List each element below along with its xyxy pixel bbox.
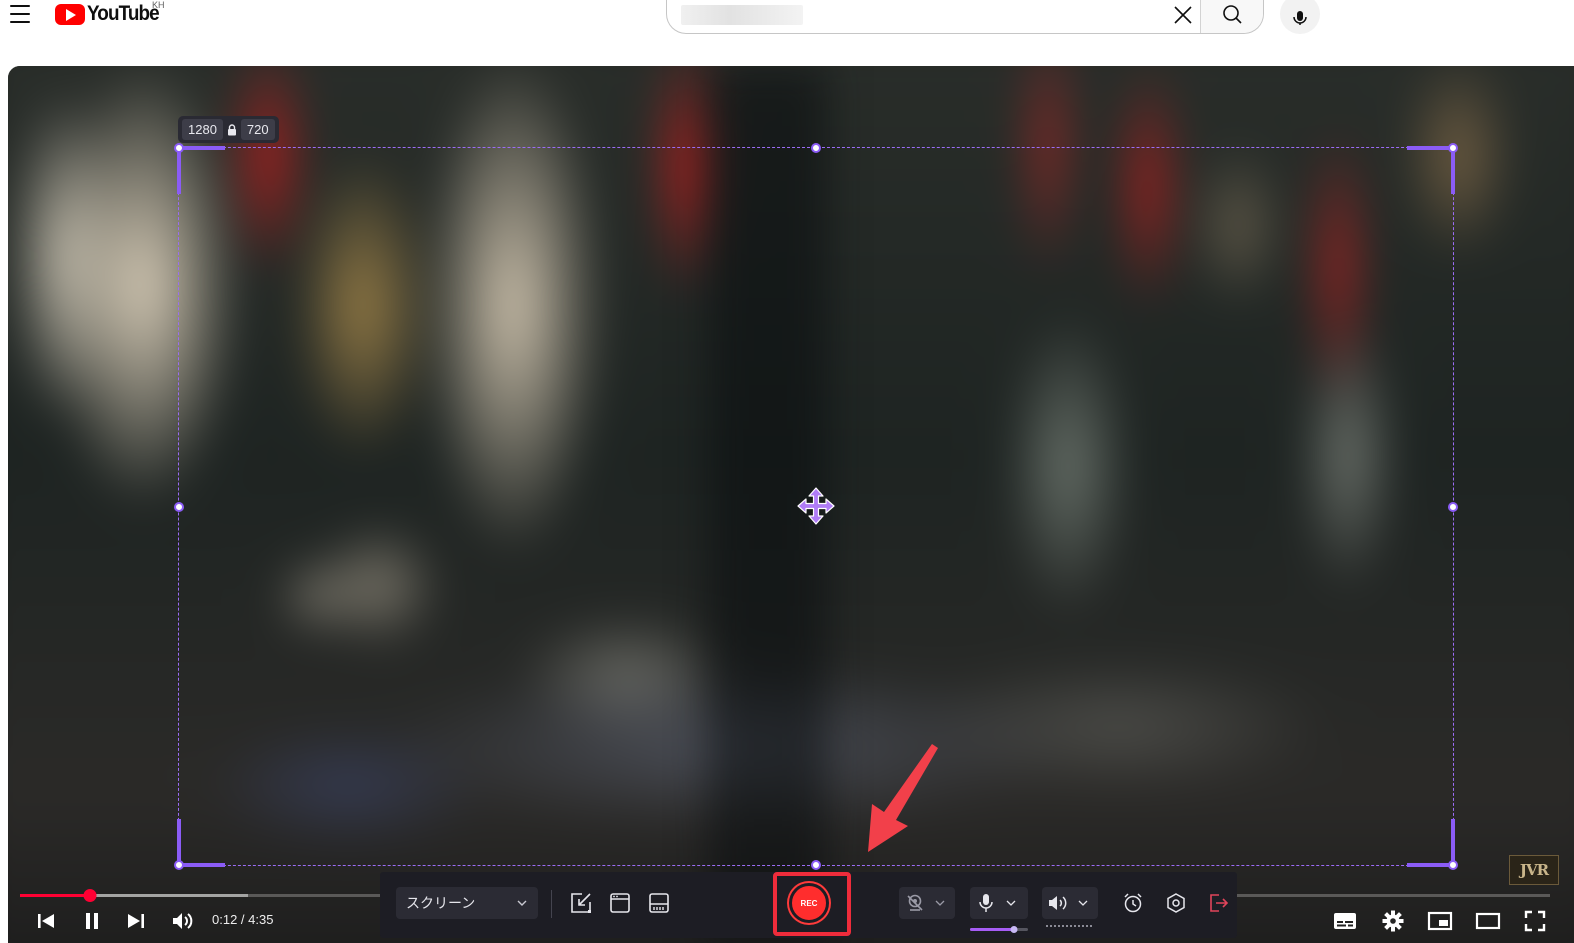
youtube-play-icon (55, 3, 85, 25)
pause-icon[interactable] (80, 908, 104, 934)
rec-button[interactable]: REC (789, 883, 829, 923)
move-icon[interactable] (796, 486, 836, 526)
microphone-control[interactable] (970, 887, 1028, 919)
video-player[interactable]: 1280 720 JVR 0:12 / 4:35 (8, 66, 1574, 943)
time-display: 0:12 / 4:35 (212, 912, 274, 927)
chevron-down-icon (516, 896, 528, 912)
search-input[interactable] (681, 4, 1161, 28)
corner-handle-top-left[interactable] (177, 146, 225, 194)
toolbar-divider (551, 890, 552, 918)
exit-icon[interactable] (1206, 891, 1230, 915)
camera-control[interactable] (899, 887, 955, 919)
microphone-chevron-icon[interactable] (1002, 887, 1020, 919)
resize-handle-top-right[interactable] (1448, 143, 1458, 153)
speaker-control[interactable] (1042, 887, 1098, 919)
country-code: KH (152, 0, 165, 10)
capture-mode-select[interactable]: スクリーン (396, 887, 538, 919)
capture-height-field[interactable]: 720 (240, 119, 275, 140)
youtube-logo[interactable]: YouTube (55, 2, 167, 26)
resize-handle-top-left[interactable] (174, 143, 184, 153)
speaker-level-indicator (1046, 925, 1092, 927)
camera-chevron-icon[interactable] (931, 887, 949, 919)
region-expand-icon[interactable] (569, 891, 593, 915)
capture-mode-label: スクリーン (406, 895, 476, 911)
mic-level-fill (970, 928, 1015, 931)
fullscreen-icon[interactable] (1522, 908, 1548, 934)
mic-level-slider[interactable] (970, 926, 1028, 933)
theater-icon[interactable] (1474, 908, 1502, 934)
resize-handle-right[interactable] (1448, 501, 1458, 512)
window-icon[interactable] (608, 891, 632, 915)
resize-handle-bottom[interactable] (811, 860, 821, 870)
capture-width-field[interactable]: 1280 (182, 119, 223, 140)
next-icon[interactable] (124, 908, 148, 934)
lock-icon[interactable] (227, 123, 237, 136)
progress-played (20, 894, 91, 897)
microphone-icon[interactable] (970, 887, 1002, 919)
resize-handle-top[interactable] (811, 143, 821, 153)
subtitles-icon[interactable] (1332, 908, 1358, 934)
resize-handle-bottom-right[interactable] (1448, 860, 1458, 870)
search-box (666, 0, 1264, 34)
youtube-header: YouTube KH (0, 0, 1574, 60)
previous-icon[interactable] (34, 908, 58, 934)
progress-scrubber[interactable] (83, 889, 97, 902)
resize-handle-bottom-left[interactable] (174, 860, 184, 870)
corner-handle-bottom-left[interactable] (177, 819, 225, 867)
volume-icon[interactable] (170, 908, 196, 934)
camera-off-icon[interactable] (899, 887, 931, 919)
scroll-capture-icon[interactable] (647, 891, 671, 915)
corner-handle-top-right[interactable] (1407, 146, 1455, 194)
search-field (667, 0, 1201, 33)
search-icon (1223, 4, 1242, 24)
menu-icon[interactable] (10, 5, 30, 23)
voice-search-button[interactable] (1280, 0, 1320, 34)
corner-handle-bottom-right[interactable] (1407, 819, 1455, 867)
recorder-toolbar: スクリーン REC (380, 872, 1237, 938)
annotation-arrow (868, 744, 938, 852)
resize-handle-left[interactable] (174, 501, 184, 512)
mic-icon (1293, 11, 1307, 25)
mic-level-knob[interactable] (1010, 926, 1018, 933)
speaker-chevron-icon[interactable] (1074, 887, 1092, 919)
channel-watermark[interactable]: JVR (1509, 855, 1559, 885)
clear-icon[interactable] (1172, 4, 1194, 26)
capture-size-badge: 1280 720 (178, 116, 279, 143)
search-button[interactable] (1201, 0, 1263, 33)
logo-text: YouTube (87, 2, 160, 25)
alarm-clock-icon[interactable] (1121, 891, 1145, 915)
settings-hex-icon[interactable] (1164, 891, 1188, 915)
settings-icon[interactable] (1380, 908, 1406, 934)
miniplayer-icon[interactable] (1426, 908, 1454, 934)
speaker-icon[interactable] (1042, 887, 1074, 919)
